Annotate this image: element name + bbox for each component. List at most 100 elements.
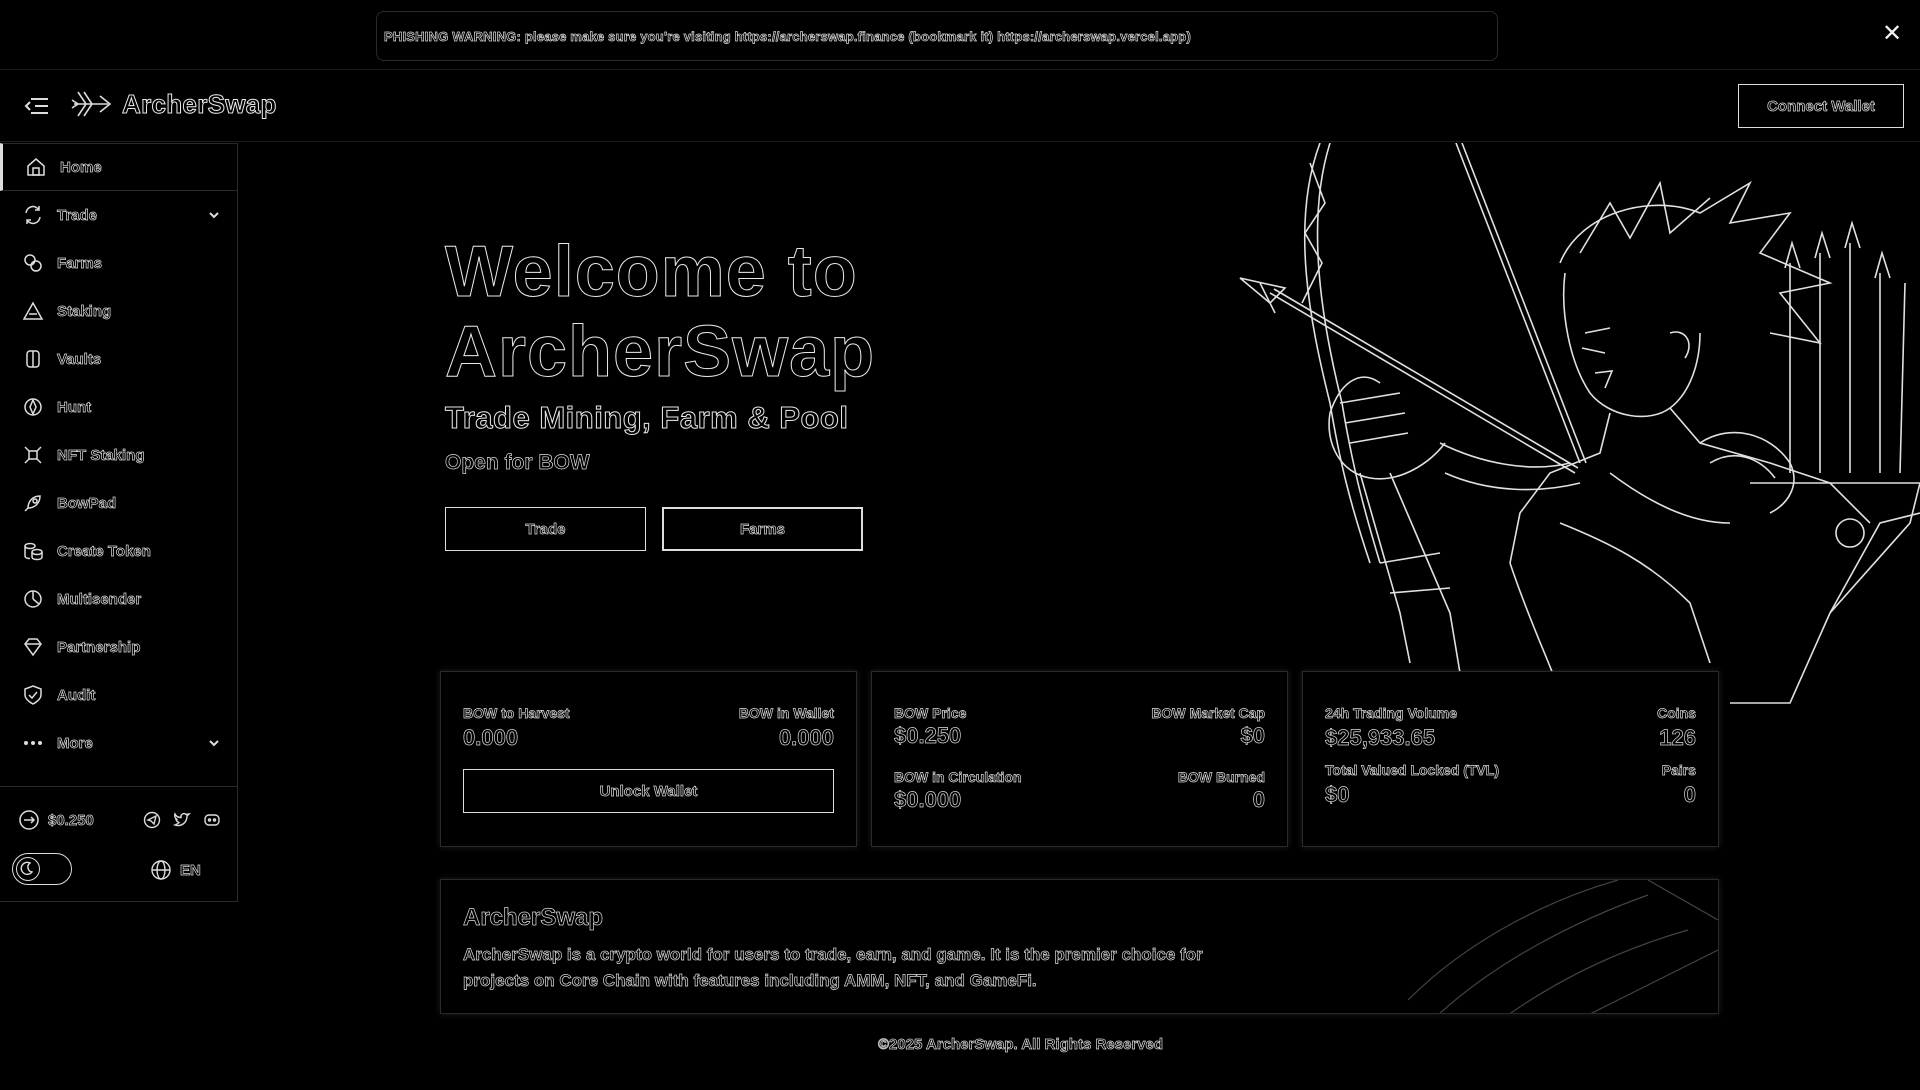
sidebar-item-label: BowPad: [57, 494, 117, 512]
warning-box: PHISHING WARNING: please make sure you'r…: [376, 11, 1498, 61]
language-selector[interactable]: EN: [150, 859, 201, 881]
sidebar-item-home[interactable]: Home: [0, 143, 237, 191]
hero-title-line2: ArcherSwap: [444, 312, 876, 393]
bow-market-cap-label: BOW Market Cap: [1151, 705, 1265, 722]
trade-button-label: Trade: [525, 520, 566, 538]
farm-icon: [24, 254, 42, 272]
about-text: ArcherSwap is a crypto world for users t…: [463, 945, 1203, 991]
staking-icon: [22, 301, 44, 320]
volume-stats-card: 24h Trading Volume $25,933.65 Coins 126 …: [1302, 671, 1719, 847]
hero-subtitle: Trade Mining, Farm & Pool: [444, 400, 849, 436]
connect-wallet-button[interactable]: Connect Wallet: [1738, 84, 1904, 128]
sidebar-item-label: Home: [60, 158, 102, 176]
more-icon: [24, 741, 42, 745]
sidebar-item-multisender[interactable]: Multisender: [0, 575, 237, 623]
coins-icon: [24, 542, 43, 561]
coins-label: Coins: [1657, 705, 1697, 722]
bow-in-wallet-label: BOW in Wallet: [738, 705, 834, 722]
tvl-label: Total Valued Locked (TVL): [1325, 762, 1500, 779]
logo-text: ArcherSwap: [122, 88, 277, 119]
social-links: [143, 811, 221, 829]
bow-burned-value: 0: [1252, 787, 1265, 813]
sidebar-item-label: More: [57, 734, 94, 752]
multisender-icon: [24, 590, 42, 608]
bow-stats-card: BOW Price $0.250 BOW Market Cap $0 BOW i…: [871, 671, 1288, 847]
sidebar-item-label: Audit: [57, 686, 96, 704]
hero-title: Welcome to ArcherSwap: [444, 232, 876, 393]
phishing-warning-banner: PHISHING WARNING: please make sure you'r…: [0, 0, 1920, 70]
home-icon: [27, 158, 45, 176]
vault-icon: [26, 350, 40, 368]
language-label: EN: [180, 861, 202, 879]
rocket-icon: [24, 495, 41, 512]
bow-to-harvest-value: 0.000: [463, 725, 519, 751]
harvest-card: BOW to Harvest 0.000 BOW in Wallet 0.000…: [440, 671, 857, 847]
tvl-value: $0: [1325, 782, 1350, 808]
sidebar-item-partnership[interactable]: Partnership: [0, 623, 237, 671]
discord-icon[interactable]: [203, 811, 221, 829]
sidebar-item-more[interactable]: More: [0, 719, 237, 767]
bow-in-wallet-value: 0.000: [778, 725, 835, 751]
sidebar-item-farms[interactable]: Farms: [0, 239, 237, 287]
sidebar-item-label: Vaults: [57, 350, 102, 368]
theme-toggle[interactable]: [12, 853, 72, 885]
archer-logo-icon: [71, 91, 112, 117]
nft-staking-icon: [24, 446, 42, 464]
sidebar-item-staking[interactable]: Staking: [0, 287, 237, 335]
bow-circulation-value: $0.000: [894, 787, 962, 813]
pairs-value: 0: [1683, 782, 1696, 808]
twitter-icon[interactable]: [172, 811, 192, 829]
sidebar-item-trade[interactable]: Trade: [0, 191, 237, 239]
trading-volume-value: $25,933.65: [1325, 725, 1436, 751]
sidebar-item-label: Multisender: [57, 590, 142, 608]
warning-text: PHISHING WARNING: please make sure you'r…: [384, 28, 1191, 44]
unlock-wallet-label: Unlock Wallet: [599, 782, 698, 800]
farms-button-label: Farms: [739, 520, 786, 538]
about-title: ArcherSwap: [463, 904, 604, 932]
bow-circulation-label: BOW in Circulation: [894, 769, 1022, 786]
close-icon[interactable]: ✕: [1880, 22, 1904, 46]
bow-market-cap-value: $0: [1240, 723, 1265, 749]
trade-button[interactable]: Trade: [445, 507, 646, 551]
chevron-down-icon: [209, 740, 219, 747]
menu-collapse-icon[interactable]: [22, 92, 52, 120]
sidebar-item-vaults[interactable]: Vaults: [0, 335, 237, 383]
swap-icon: [25, 205, 41, 225]
coins-value: 126: [1659, 725, 1696, 751]
telegram-icon[interactable]: [143, 811, 161, 829]
sidebar-item-label: Create Token: [57, 542, 152, 560]
bow-price-value: $0.250: [48, 811, 95, 829]
sidebar-item-label: NFT Staking: [57, 446, 145, 464]
connect-wallet-label: Connect Wallet: [1767, 97, 1875, 115]
copyright-text: ©2025 ArcherSwap. All Rights Reserved: [877, 1036, 1164, 1054]
farms-button[interactable]: Farms: [662, 507, 863, 551]
decorative-arrows: [1407, 880, 1718, 1013]
sidebar-item-create-token[interactable]: Create Token: [0, 527, 237, 575]
sidebar-item-audit[interactable]: Audit: [0, 671, 237, 719]
sidebar: Home Trade Farms Staking Vaults Hunt NFT…: [0, 143, 238, 902]
sidebar-item-label: Trade: [57, 206, 98, 224]
trading-volume-label: 24h Trading Volume: [1325, 705, 1458, 722]
diamond-icon: [24, 638, 42, 657]
sidebar-item-label: Partnership: [57, 638, 141, 656]
about-card: ArcherSwap ArcherSwap is a crypto world …: [440, 879, 1719, 1014]
hunt-icon: [24, 398, 42, 416]
top-header: ArcherSwap Connect Wallet: [0, 70, 1920, 142]
sidebar-item-hunt[interactable]: Hunt: [0, 383, 237, 431]
sidebar-item-label: Staking: [57, 302, 112, 320]
sidebar-item-bowpad[interactable]: BowPad: [0, 479, 237, 527]
hero-title-line1: Welcome to: [444, 232, 858, 313]
bow-price-display[interactable]: $0.250: [18, 809, 94, 831]
unlock-wallet-button[interactable]: Unlock Wallet: [463, 769, 834, 813]
archer-illustration: [1239, 143, 1920, 704]
moon-icon: [16, 857, 40, 881]
bow-price-card-value: $0.250: [894, 723, 962, 749]
logo[interactable]: ArcherSwap: [70, 84, 277, 124]
hero-open-text: Open for BOW: [445, 451, 590, 475]
sidebar-item-nft-staking[interactable]: NFT Staking: [0, 431, 237, 479]
bow-token-icon: [19, 810, 39, 830]
globe-icon: [151, 860, 171, 880]
chevron-down-icon: [209, 212, 219, 219]
footer: ©2025 ArcherSwap. All Rights Reserved: [0, 1036, 1920, 1054]
sidebar-item-label: Farms: [57, 254, 103, 272]
